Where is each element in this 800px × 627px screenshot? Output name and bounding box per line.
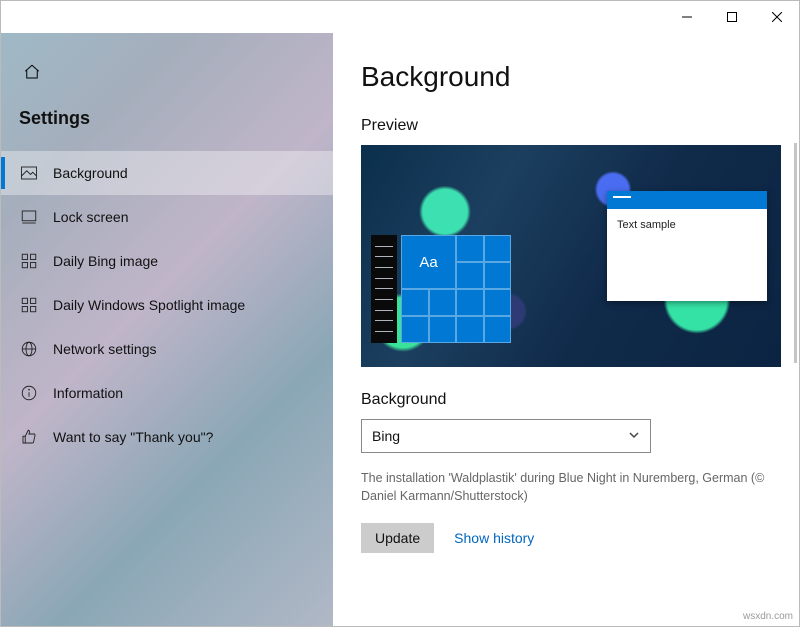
watermark: wsxdn.com — [743, 611, 793, 622]
background-select-value: Bing — [372, 428, 400, 444]
preview-sample-window: Text sample — [607, 191, 767, 301]
settings-heading: Settings — [19, 108, 333, 129]
action-row: Update Show history — [361, 523, 779, 553]
sidebar-item-background[interactable]: Background — [1, 151, 333, 195]
lock-screen-icon — [19, 207, 39, 227]
grid-icon — [19, 295, 39, 315]
globe-icon — [19, 339, 39, 359]
sidebar-item-daily-spotlight[interactable]: Daily Windows Spotlight image — [1, 283, 333, 327]
sidebar-item-daily-bing[interactable]: Daily Bing image — [1, 239, 333, 283]
page-title: Background — [361, 61, 779, 93]
sidebar-item-label: Lock screen — [53, 209, 128, 225]
nav-list: Background Lock screen Daily Bing image — [1, 151, 333, 459]
sidebar-item-label: Network settings — [53, 341, 156, 357]
desktop-preview: Aa Text sample — [361, 145, 781, 367]
sidebar-item-label: Daily Windows Spotlight image — [53, 297, 245, 313]
preview-taskbar — [371, 235, 397, 343]
preview-start-menu: Aa — [401, 235, 511, 343]
sidebar-item-label: Background — [53, 165, 128, 181]
preview-sample-text: Text sample — [617, 219, 676, 231]
main-content: Background Preview Aa Text sample Backgr… — [333, 33, 799, 626]
sidebar-item-label: Daily Bing image — [53, 253, 158, 269]
sidebar: Settings Background Lock screen — [1, 33, 333, 626]
thumbs-up-icon — [19, 427, 39, 447]
close-button[interactable] — [754, 1, 799, 33]
chevron-down-icon — [628, 428, 640, 444]
sidebar-item-label: Want to say "Thank you"? — [53, 429, 213, 445]
body: Settings Background Lock screen — [1, 33, 799, 626]
minimize-button[interactable] — [664, 1, 709, 33]
sidebar-item-lock-screen[interactable]: Lock screen — [1, 195, 333, 239]
preview-label: Preview — [361, 117, 779, 135]
background-select[interactable]: Bing — [361, 419, 651, 453]
sidebar-item-thank-you[interactable]: Want to say "Thank you"? — [1, 415, 333, 459]
sidebar-item-information[interactable]: Information — [1, 371, 333, 415]
scrollbar[interactable] — [794, 143, 797, 363]
home-button[interactable] — [23, 63, 333, 86]
show-history-link[interactable]: Show history — [454, 530, 534, 546]
preview-aa-text: Aa — [401, 235, 456, 289]
info-icon — [19, 383, 39, 403]
update-button[interactable]: Update — [361, 523, 434, 553]
sidebar-item-label: Information — [53, 385, 123, 401]
background-select-label: Background — [361, 391, 779, 409]
sidebar-item-network-settings[interactable]: Network settings — [1, 327, 333, 371]
image-caption: The installation 'Waldplastik' during Bl… — [361, 469, 781, 505]
maximize-button[interactable] — [709, 1, 754, 33]
grid-icon — [19, 251, 39, 271]
app-window: Settings Background Lock screen — [0, 0, 800, 627]
titlebar — [1, 1, 799, 33]
image-icon — [19, 163, 39, 183]
